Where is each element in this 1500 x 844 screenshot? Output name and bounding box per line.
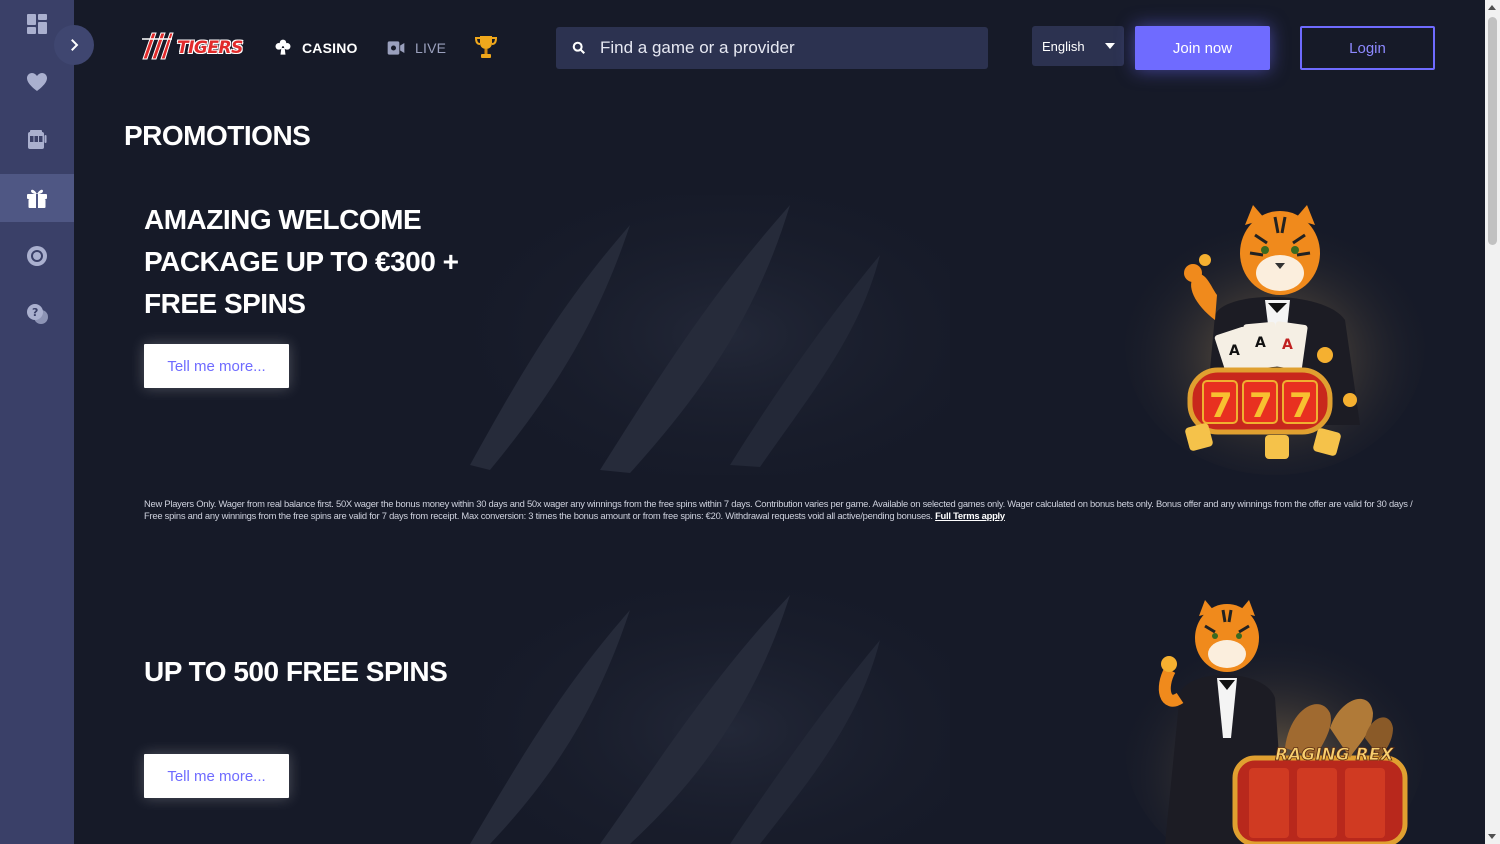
search-input[interactable] <box>600 38 980 58</box>
sidebar-toggle-button[interactable] <box>54 25 94 65</box>
language-selected-label: English <box>1042 38 1085 54</box>
page-title: PROMOTIONS <box>124 120 311 151</box>
slot-machine-icon <box>28 130 47 149</box>
full-terms-link[interactable]: Full Terms apply <box>935 510 1005 521</box>
live-dealer-icon <box>387 41 405 55</box>
tiger-casino-mascot-image: A A A 7 7 7 <box>1125 205 1425 475</box>
svg-text:7: 7 <box>1209 386 1233 426</box>
svg-text:?: ? <box>32 306 38 319</box>
search-bar[interactable] <box>556 27 988 69</box>
dashboard-icon <box>27 14 47 34</box>
logo-text: TIGERS <box>177 38 243 58</box>
nav-live[interactable]: LIVE <box>386 36 446 60</box>
tell-me-more-button-welcome[interactable]: Tell me more... <box>144 344 289 388</box>
search-icon <box>572 41 585 54</box>
promo-terms-welcome: New Players Only. Wager from real balanc… <box>144 498 1419 521</box>
svg-text:A: A <box>1282 337 1293 353</box>
nav-tournaments[interactable] <box>474 35 498 59</box>
logo[interactable]: TIGERS <box>140 29 243 68</box>
nav-live-label: LIVE <box>415 40 447 56</box>
chevron-right-icon <box>71 39 79 51</box>
claw-marks-decoration <box>470 590 950 844</box>
nav-casino-label: CASINO <box>302 40 358 56</box>
scroll-up-arrow-icon[interactable] <box>1488 5 1496 10</box>
svg-text:A: A <box>1255 335 1266 351</box>
sidebar: ? <box>0 0 74 844</box>
sidebar-item-support[interactable]: ? <box>0 290 74 338</box>
caret-down-icon <box>1105 43 1115 49</box>
sidebar-item-vip[interactable] <box>0 232 74 280</box>
scroll-down-arrow-icon[interactable] <box>1488 834 1496 839</box>
trophy-icon <box>474 36 498 58</box>
sidebar-item-favorites[interactable] <box>0 58 74 106</box>
raging-rex-logo-text: RAGING REX <box>1275 745 1394 765</box>
language-select[interactable]: English <box>1032 26 1124 66</box>
nav-casino[interactable]: CASINO <box>273 36 358 60</box>
login-button[interactable]: Login <box>1300 26 1435 70</box>
claw-marks-decoration <box>470 195 950 475</box>
promo-title-free-spins: UP TO 500 FREE SPINS <box>144 656 448 687</box>
page-scrollbar[interactable] <box>1485 0 1500 844</box>
sidebar-item-slots[interactable] <box>0 116 74 164</box>
cards-icon <box>275 39 291 55</box>
heart-icon <box>27 73 47 91</box>
help-chat-icon: ? <box>27 304 48 324</box>
sidebar-item-promotions[interactable] <box>0 174 74 222</box>
join-now-button[interactable]: Join now <box>1135 26 1270 70</box>
svg-text:7: 7 <box>1249 386 1273 426</box>
scroll-thumb[interactable] <box>1488 17 1497 245</box>
tell-me-more-button-free-spins[interactable]: Tell me more... <box>144 754 289 798</box>
gift-icon <box>27 189 47 208</box>
tiger-raging-rex-image: RAGING REX <box>1125 600 1425 844</box>
svg-text:A: A <box>1229 343 1240 359</box>
chip-icon <box>27 246 47 266</box>
tiger-claw-logo-icon <box>140 29 174 68</box>
svg-text:7: 7 <box>1289 386 1313 426</box>
promo-title-welcome: AMAZING WELCOME PACKAGE UP TO €300 + FRE… <box>144 204 459 319</box>
promo-terms-text: New Players Only. Wager from real balanc… <box>144 498 1413 521</box>
